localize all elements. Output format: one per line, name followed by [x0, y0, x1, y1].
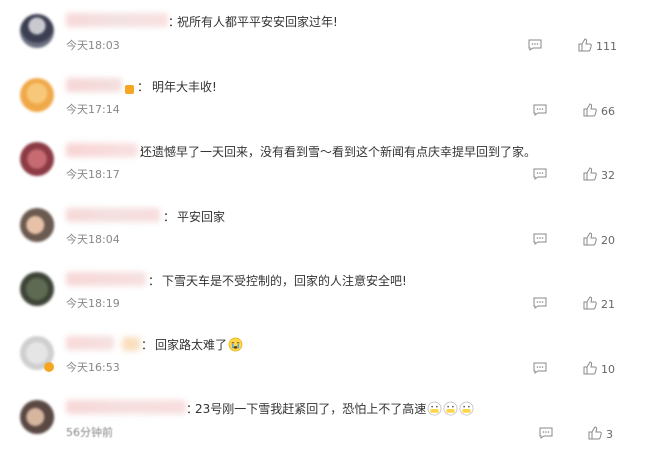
colon: ： [137, 80, 150, 94]
colon: ： [163, 210, 176, 224]
like-count: 3 [606, 428, 613, 441]
comment-item: ： 明年大丰收! 今天17:14 66 [0, 64, 655, 128]
member-badge [122, 337, 140, 351]
like-count: 20 [601, 234, 615, 247]
comment-text: 23号刚一下雪我赶紧回了，恐怕上不了高速 [195, 400, 474, 417]
comment-time: 今天18:03 [66, 39, 120, 52]
comment-text-content: 23号刚一下雪我赶紧回了，恐怕上不了高速 [195, 402, 427, 416]
member-badge [125, 85, 134, 94]
comment-text: 明年大丰收! [152, 80, 217, 94]
comment-icon[interactable] [533, 168, 547, 180]
verified-badge [44, 362, 54, 372]
crying-face-emoji [228, 337, 243, 352]
like-count: 21 [601, 298, 615, 311]
avatar[interactable] [20, 208, 54, 242]
comment-time: 今天18:04 [66, 233, 120, 246]
like-count: 66 [601, 105, 615, 118]
like-count: 111 [596, 40, 617, 53]
thumbs-up-icon[interactable] [578, 38, 592, 52]
comment-text: 下雪天车是不受控制的，回家的人注意安全吧! [162, 274, 407, 288]
comment-icon[interactable] [528, 39, 542, 51]
avatar[interactable] [20, 142, 54, 176]
username[interactable] [66, 143, 138, 157]
username[interactable] [66, 400, 186, 414]
mask-face-emoji [459, 401, 474, 416]
mask-face-emoji [443, 401, 458, 416]
thumbs-up-icon[interactable] [588, 426, 602, 440]
username[interactable] [66, 208, 160, 222]
comment-icon[interactable] [533, 104, 547, 116]
username[interactable] [66, 13, 168, 27]
comment-icon[interactable] [533, 233, 547, 245]
comment-text: 祝所有人都平平安安回家过年! [177, 15, 338, 29]
comment-text: 平安回家 [177, 210, 226, 224]
avatar[interactable] [20, 78, 54, 112]
comment-text: 还遗憾早了一天回来，没有看到雪～看到这个新闻有点庆幸提早回到了家。 [140, 145, 537, 159]
comment-text-content: 回家路太难了 [155, 338, 228, 352]
thumbs-up-icon[interactable] [583, 296, 597, 310]
mask-face-emoji [427, 401, 442, 416]
avatar[interactable] [20, 272, 54, 306]
thumbs-up-icon[interactable] [583, 232, 597, 246]
like-count: 10 [601, 363, 615, 376]
username[interactable] [66, 272, 146, 286]
username[interactable] [66, 336, 114, 350]
comment-item: ： 还遗憾早了一天回来，没有看到雪～看到这个新闻有点庆幸提早回到了家。 今天18… [0, 128, 655, 192]
username[interactable] [66, 78, 122, 92]
colon: ： [148, 274, 161, 288]
comment-item: ： 回家路太难了 今天16:53 10 [0, 320, 655, 384]
comment-item: ： 平安回家 今天18:04 20 [0, 192, 655, 256]
thumbs-up-icon[interactable] [583, 167, 597, 181]
comment-text: 回家路太难了 [155, 336, 243, 353]
comment-item: ： 23号刚一下雪我赶紧回了，恐怕上不了高速 56分钟前 3 [0, 384, 655, 448]
thumbs-up-icon[interactable] [583, 103, 597, 117]
comment-time: 今天18:17 [66, 168, 120, 181]
comment-item: ： 祝所有人都平平安安回家过年! 今天18:03 111 [0, 0, 655, 64]
comment-time: 56分钟前 [66, 426, 113, 439]
comment-icon[interactable] [533, 362, 547, 374]
avatar[interactable] [20, 14, 54, 48]
comment-time: 今天16:53 [66, 361, 120, 374]
comment-icon[interactable] [533, 297, 547, 309]
comment-item: ： 下雪天车是不受控制的，回家的人注意安全吧! 今天18:19 21 [0, 256, 655, 320]
thumbs-up-icon[interactable] [583, 361, 597, 375]
avatar[interactable] [20, 400, 54, 434]
colon: ： [141, 338, 154, 352]
comment-time: 今天18:19 [66, 297, 120, 310]
like-count: 32 [601, 169, 615, 182]
comment-time: 今天17:14 [66, 103, 120, 116]
comment-icon[interactable] [539, 427, 553, 439]
